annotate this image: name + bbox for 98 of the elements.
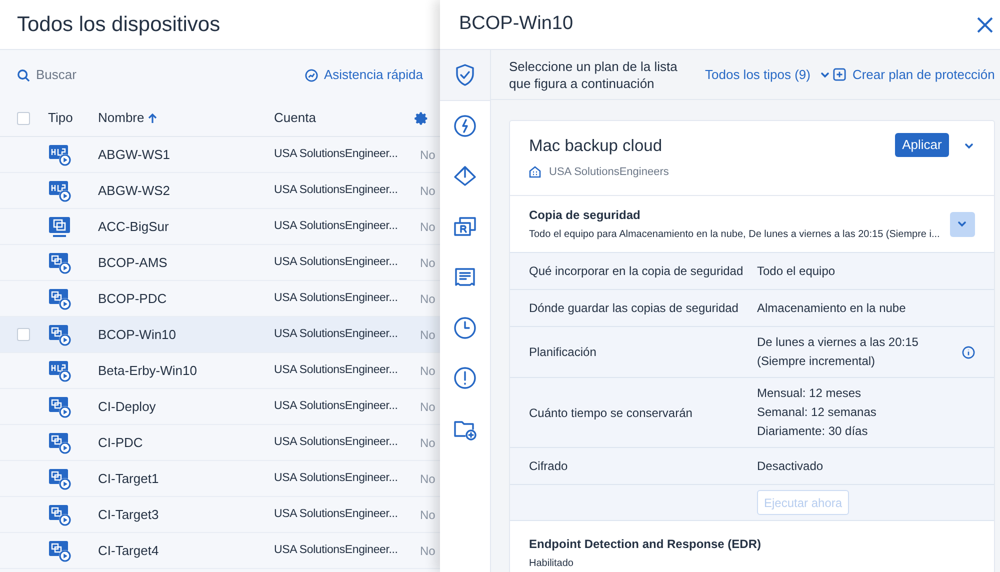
- assist-icon: [305, 68, 318, 82]
- virtual-machine-icon: [48, 250, 72, 274]
- virtual-machine-icon: [48, 286, 72, 310]
- virtual-machine-icon: [48, 394, 72, 418]
- nav-tab[interactable]: [440, 50, 490, 100]
- column-header[interactable]: Cuenta: [274, 108, 316, 128]
- hypervisor-icon: [48, 142, 72, 166]
- lightning-icon: [453, 114, 477, 138]
- search-icon: [17, 68, 30, 82]
- account-cell-text: USA SolutionsEngineer...: [274, 290, 399, 306]
- setting-value: Desactivado: [757, 458, 824, 474]
- device-name: BCOP-PDC: [98, 290, 168, 308]
- plan-owner: USA SolutionsEngineers: [549, 164, 669, 180]
- device-name: CI-Target3: [98, 506, 160, 524]
- building-icon: [529, 166, 541, 178]
- table-cell-text: No: [420, 146, 436, 164]
- monitor-icon: [48, 214, 72, 238]
- settings-icon[interactable]: [414, 110, 429, 126]
- setting-label: Planificación: [529, 344, 598, 361]
- account-cell-text: USA SolutionsEngineer...: [274, 254, 399, 270]
- hypervisor-icon: [48, 358, 72, 382]
- setting-label: Cifrado: [529, 458, 569, 475]
- setting-label: Dónde guardar las copias de seguridad: [529, 300, 740, 317]
- device-name: BCOP-Win10: [98, 326, 178, 344]
- device-name: CI-Deploy: [98, 398, 157, 416]
- section-title: Endpoint Detection and Response (EDR): [529, 536, 762, 553]
- account-cell-text: USA SolutionsEngineer...: [274, 434, 399, 450]
- account-cell-text: USA SolutionsEngineer...: [274, 362, 399, 378]
- table-cell-text: No: [420, 182, 436, 200]
- replica-icon: [453, 214, 477, 239]
- account-cell-text: USA SolutionsEngineer...: [274, 506, 399, 522]
- sort-arrow-icon: [148, 112, 158, 124]
- column-header[interactable]: Nombre: [98, 108, 144, 128]
- type-filter-dropdown[interactable]: Todos los tipos (9): [705, 64, 830, 84]
- close-button[interactable]: [976, 16, 994, 34]
- account-cell-text: USA SolutionsEngineer...: [274, 542, 399, 558]
- section-title: Copia de seguridad: [529, 207, 642, 224]
- hypervisor-icon: [48, 178, 72, 202]
- table-cell-text: No: [420, 542, 436, 560]
- select-all-checkbox[interactable]: [17, 112, 30, 124]
- table-cell-text: No: [420, 470, 436, 488]
- device-row[interactable]: BCOP-Win10 USA SolutionsEngineer... No: [0, 317, 440, 353]
- virtual-machine-icon: [48, 466, 72, 490]
- plan-name: Mac backup cloud: [529, 136, 663, 157]
- create-plan-button[interactable]: Crear plan de protección: [833, 64, 995, 84]
- table-cell-text: No: [420, 290, 436, 308]
- search-field[interactable]: Buscar: [36, 65, 186, 85]
- account-cell-text: USA SolutionsEngineer...: [274, 470, 399, 486]
- quick-assist-link[interactable]: Asistencia rápida: [305, 65, 423, 85]
- account-cell-text: USA SolutionsEngineer...: [274, 218, 399, 234]
- page-title: Todos los dispositivos: [17, 12, 220, 38]
- table-cell-text: No: [420, 506, 436, 524]
- prompt-text: Seleccione un plan de la lista que figura a continuación: [509, 58, 678, 92]
- account-cell-text: USA SolutionsEngineer...: [274, 146, 399, 162]
- shield-check-icon: [453, 62, 477, 87]
- apply-button[interactable]: Aplicar: [895, 133, 949, 157]
- table-cell-text: No: [420, 434, 436, 452]
- panel-title: BCOP-Win10: [459, 12, 574, 36]
- setting-value: (Siempre incremental): [757, 353, 876, 370]
- virtual-machine-icon: [48, 430, 72, 454]
- close-icon: [976, 16, 994, 34]
- account-cell-text: USA SolutionsEngineer...: [274, 398, 399, 414]
- diamond-arrow-icon: [453, 164, 477, 188]
- setting-label: Qué incorporar en la copia de seguridad: [529, 263, 744, 280]
- section-summary: Habilitado: [529, 557, 574, 571]
- setting-value: Mensual: 12 meses: [757, 385, 862, 402]
- device-name: CI-Target1: [98, 470, 160, 488]
- setting-value: De lunes a viernes a las 20:15: [757, 334, 920, 351]
- account-cell-text: USA SolutionsEngineer...: [274, 182, 399, 198]
- device-name: BCOP-AMS: [98, 254, 168, 272]
- virtual-machine-icon: [48, 322, 72, 346]
- table-cell-text: No: [420, 218, 436, 236]
- device-name: ABGW-WS1: [98, 146, 171, 164]
- setting-label: Cuánto tiempo se conservarán: [529, 404, 694, 422]
- device-name: CI-PDC: [98, 434, 144, 452]
- plus-square-icon: [833, 68, 846, 81]
- section-summary: Todo el equipo para Almacenamiento en la nube, De lunes a viernes a las 20:15 (Siempre i...: [529, 228, 940, 242]
- row-checkbox[interactable]: [17, 328, 30, 341]
- table-cell-text: No: [420, 326, 436, 344]
- clock-icon: [453, 316, 477, 340]
- virtual-machine-icon: [48, 502, 72, 526]
- account-cell-text: USA SolutionsEngineer...: [274, 326, 399, 342]
- table-cell-text: No: [420, 254, 436, 272]
- table-cell-text: No: [420, 398, 436, 416]
- device-name: Beta-Erby-Win10: [98, 362, 198, 380]
- expand-button[interactable]: [950, 212, 975, 236]
- setting-value: Almacenamiento en la nube: [757, 300, 907, 316]
- alert-icon: [453, 366, 477, 390]
- info-icon[interactable]: [962, 346, 975, 358]
- column-header[interactable]: Tipo: [48, 108, 73, 128]
- setting-value: Todo el equipo: [757, 262, 836, 280]
- device-name: ACC-BigSur: [98, 218, 170, 236]
- device-name: CI-Target4: [98, 542, 160, 560]
- table-cell-text: No: [420, 362, 436, 380]
- setting-value: Diariamente: 30 días: [757, 423, 869, 440]
- virtual-machine-icon: [48, 538, 72, 562]
- setting-value: Semanal: 12 semanas: [757, 404, 878, 421]
- device-name: ABGW-WS2: [98, 182, 171, 200]
